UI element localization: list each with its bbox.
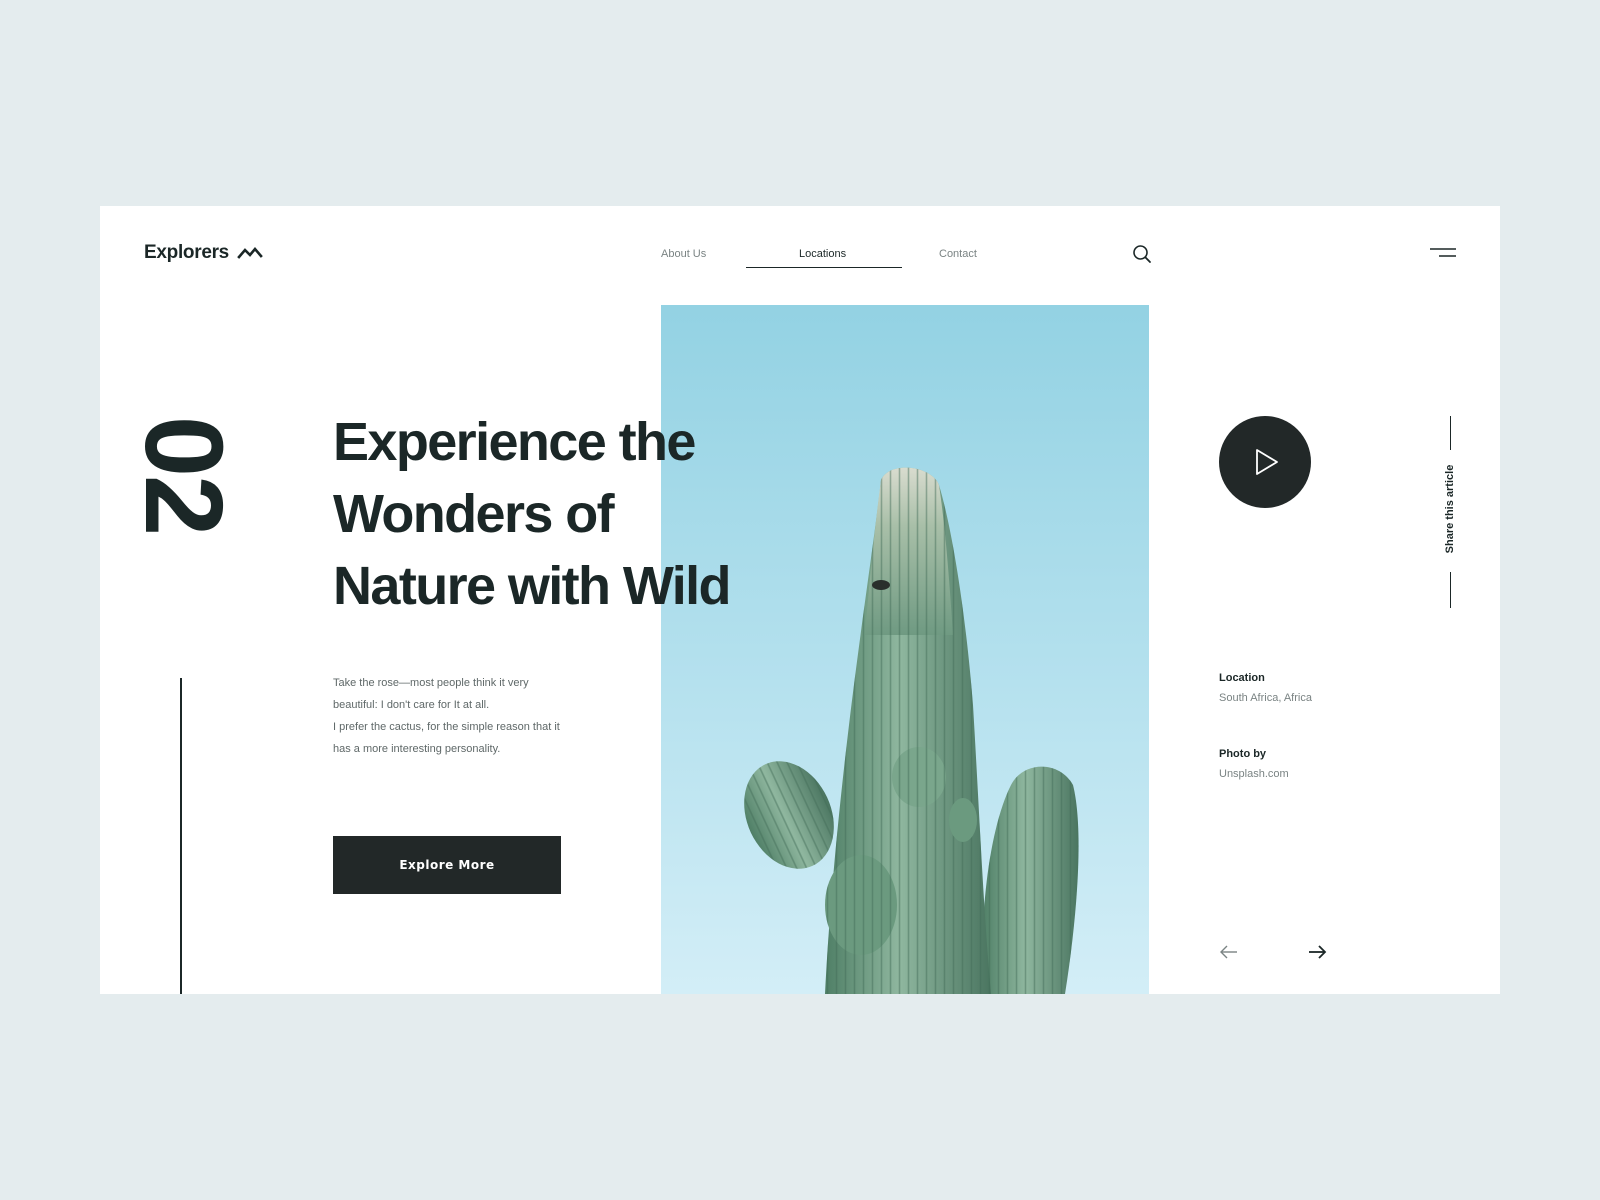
mountain-zigzag-icon	[237, 246, 263, 259]
location-value: South Africa, Africa	[1219, 692, 1312, 704]
photo-credit-value: Unsplash.com	[1219, 768, 1289, 780]
logo[interactable]: Explorers	[144, 242, 263, 264]
menu-icon[interactable]	[1430, 246, 1456, 260]
description-line: has a more interesting personality.	[333, 743, 501, 755]
headline-line: Nature with Wild	[333, 556, 732, 616]
headline-line: Wonders of	[333, 484, 615, 544]
share-divider-bottom	[1450, 572, 1451, 608]
nav-active-underline	[746, 267, 902, 268]
nav-about-us[interactable]: About Us	[661, 248, 706, 260]
hero-card: Explorers About Us Locations Contact 02	[100, 206, 1500, 994]
description: Take the rose—most people think it very …	[333, 672, 583, 760]
vertical-divider	[180, 678, 182, 994]
description-line: Take the rose—most people think it very	[333, 677, 529, 689]
play-icon	[1256, 449, 1278, 475]
description-line: I prefer the cactus, for the simple reas…	[333, 721, 560, 733]
nav-locations[interactable]: Locations	[799, 248, 846, 260]
nav-contact[interactable]: Contact	[939, 248, 977, 260]
explore-more-button[interactable]: Explore More	[333, 836, 561, 894]
slide-number-text: 02	[122, 415, 246, 535]
slide-number: 02	[122, 410, 245, 540]
headline-line: Experience the	[333, 412, 696, 472]
headline: Experience the Wonders of Nature with Wi…	[333, 406, 793, 622]
play-button[interactable]	[1219, 416, 1311, 508]
share-article-link[interactable]: Share this article	[1444, 449, 1456, 569]
arrow-right-icon[interactable]	[1306, 944, 1328, 960]
location-label: Location	[1219, 672, 1265, 684]
photo-credit-label: Photo by	[1219, 748, 1267, 760]
logo-text: Explorers	[144, 242, 229, 263]
search-icon[interactable]	[1132, 244, 1152, 264]
share-divider-top	[1450, 416, 1451, 450]
description-line: beautiful: I don't care for It at all.	[333, 699, 490, 711]
arrow-left-icon[interactable]	[1218, 944, 1240, 960]
